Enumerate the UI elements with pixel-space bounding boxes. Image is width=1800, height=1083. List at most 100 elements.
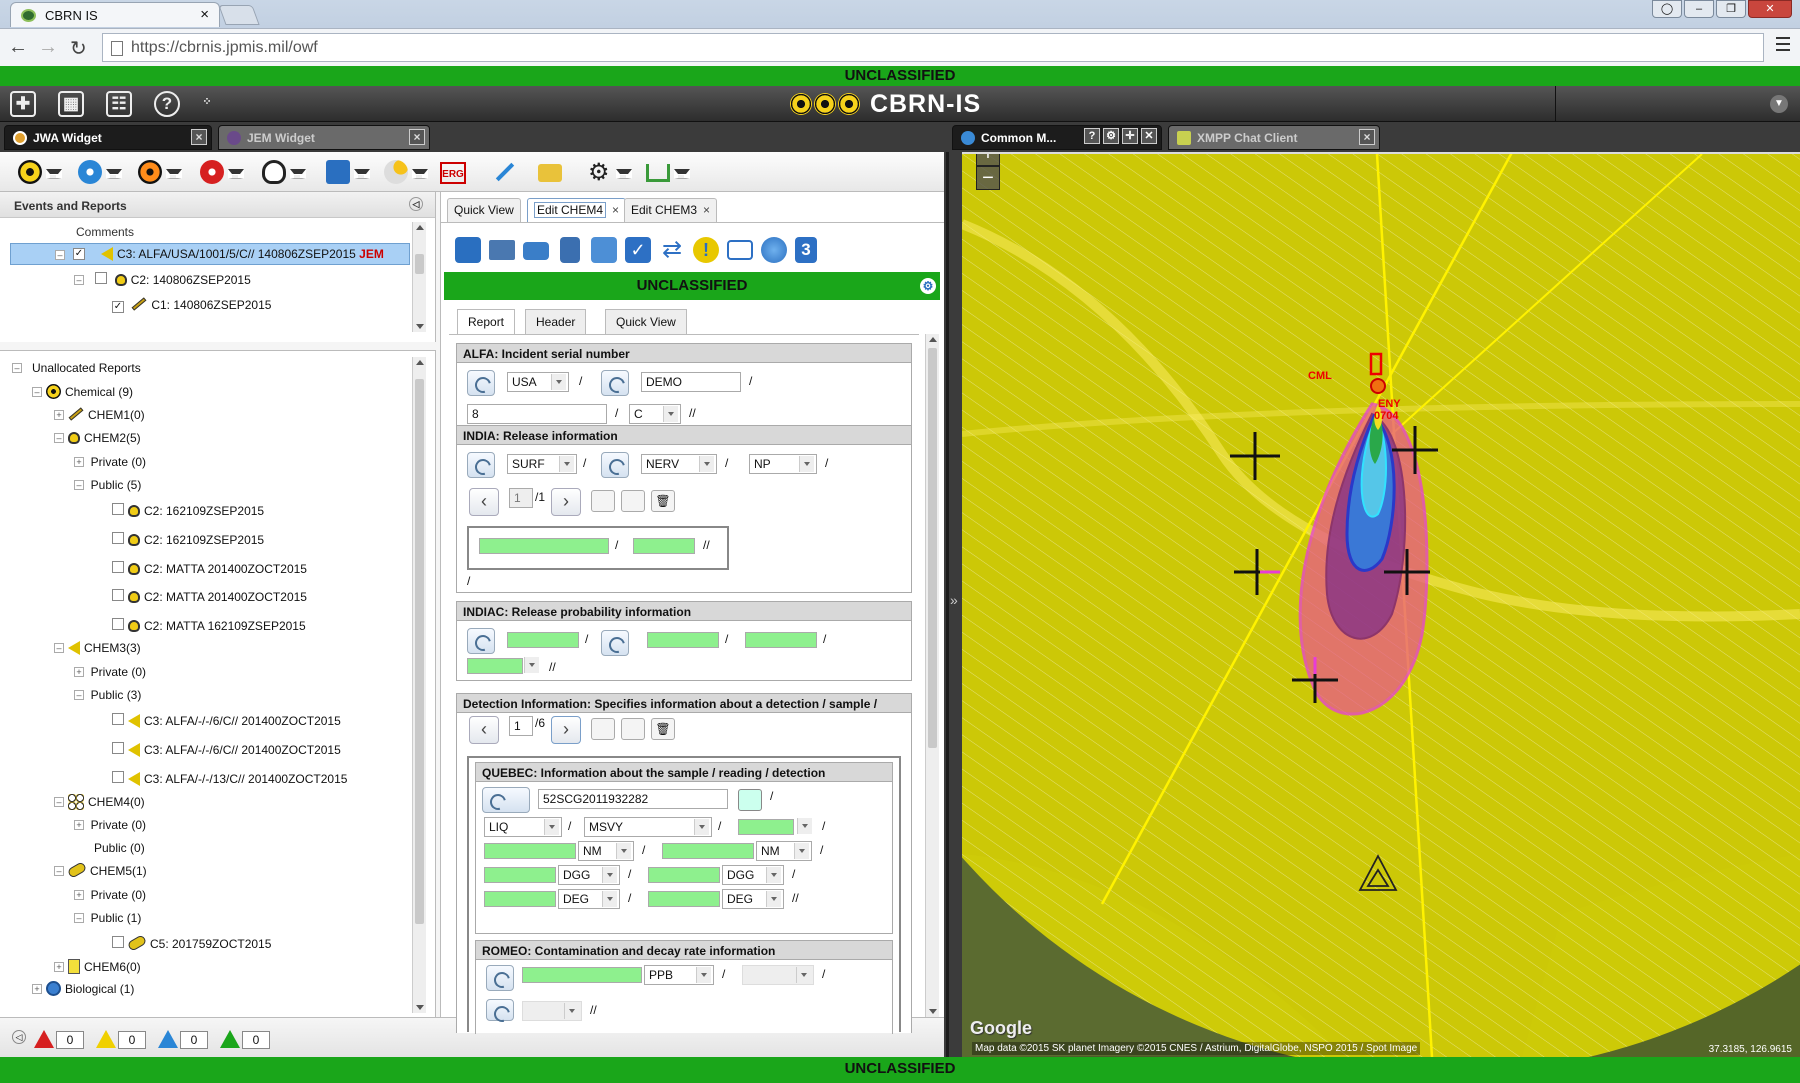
zoom-in-button[interactable]: + bbox=[976, 154, 1000, 166]
unallocated-scrollbar[interactable] bbox=[412, 357, 426, 1013]
lookup-dropdown-icon[interactable] bbox=[482, 787, 530, 813]
collapse-toggle[interactable]: – bbox=[54, 643, 64, 653]
angle-field[interactable] bbox=[484, 891, 556, 907]
user-icon[interactable]: ◯ bbox=[1652, 0, 1682, 18]
tab-common-map[interactable]: Common M... ? ⚙ ✛ ✕ bbox=[952, 125, 1162, 150]
probability-field-4[interactable] bbox=[467, 658, 523, 674]
minimize-button[interactable]: – bbox=[1684, 0, 1714, 18]
tree-chem4-public[interactable]: Public (0) bbox=[94, 841, 145, 863]
nuclear-icon[interactable] bbox=[198, 160, 244, 186]
angle-unit-select[interactable]: DEG bbox=[558, 889, 620, 909]
close-icon[interactable]: × bbox=[191, 129, 207, 145]
export-icon[interactable] bbox=[591, 237, 617, 263]
tree-chem3-private[interactable]: + Private (0) bbox=[74, 665, 146, 687]
unallocated-root[interactable]: – Unallocated Reports bbox=[12, 361, 141, 383]
unit-select[interactable]: NM bbox=[578, 841, 634, 861]
collapse-toggle[interactable]: – bbox=[54, 433, 64, 443]
globe-icon[interactable] bbox=[761, 237, 787, 263]
close-icon[interactable]: × bbox=[703, 203, 710, 217]
lookup-icon[interactable] bbox=[486, 965, 514, 991]
search-globe-icon[interactable] bbox=[738, 789, 762, 811]
copy-page-icon[interactable] bbox=[621, 718, 645, 740]
item-checkbox[interactable] bbox=[112, 713, 124, 725]
page-field[interactable]: 1 bbox=[509, 716, 533, 736]
settings-icon[interactable]: ☷ bbox=[106, 91, 132, 117]
tab-jwa-widget[interactable]: JWA Widget × bbox=[4, 125, 212, 150]
forward-icon[interactable]: → bbox=[38, 36, 58, 59]
alert-icon[interactable]: ! bbox=[693, 237, 719, 263]
erg-icon[interactable]: ERG bbox=[440, 160, 468, 186]
close-icon[interactable]: ✕ bbox=[1141, 128, 1157, 144]
tab-edit-chem4[interactable]: Edit CHEM4 × bbox=[527, 198, 627, 222]
list-item[interactable]: C3: ALFA/-/-/6/C// 201400ZOCT2015 bbox=[112, 742, 341, 764]
agent-select[interactable]: NERV bbox=[641, 454, 717, 474]
subtab-report[interactable]: Report bbox=[457, 309, 516, 335]
tree-chem5-private[interactable]: + Private (0) bbox=[74, 888, 146, 910]
close-icon[interactable]: × bbox=[409, 129, 425, 145]
unit-select-2[interactable]: NM bbox=[756, 841, 812, 861]
release-type-select[interactable]: SURF bbox=[507, 454, 577, 474]
address-bar[interactable]: https://cbrnis.jpmis.mil/owf bbox=[102, 33, 1764, 62]
collapse-toggle[interactable]: – bbox=[74, 275, 84, 285]
method-select[interactable]: MSVY bbox=[584, 817, 712, 837]
tab-jem-widget[interactable]: JEM Widget × bbox=[218, 125, 430, 150]
add-widget-icon[interactable]: ✚ bbox=[10, 91, 36, 117]
event-row[interactable]: – C2: 140806ZSEP2015 bbox=[74, 272, 251, 294]
probability-field-2[interactable] bbox=[647, 632, 719, 648]
add-page-icon[interactable] bbox=[591, 718, 615, 740]
expand-toggle[interactable]: + bbox=[54, 410, 64, 420]
decay-rate-select[interactable] bbox=[522, 1001, 582, 1021]
tree-chem5[interactable]: – CHEM5(1) bbox=[54, 861, 147, 886]
item-checkbox[interactable] bbox=[112, 936, 124, 948]
biological-icon[interactable] bbox=[76, 160, 122, 186]
close-icon[interactable]: × bbox=[1359, 129, 1375, 145]
bearing-field[interactable] bbox=[484, 867, 556, 883]
org-field[interactable]: DEMO bbox=[641, 372, 741, 392]
prev-page-button[interactable]: ‹ bbox=[469, 488, 499, 516]
probability-field-3[interactable] bbox=[745, 632, 817, 648]
menu-icon[interactable] bbox=[1776, 37, 1790, 51]
collapse-toggle[interactable]: – bbox=[32, 387, 42, 397]
dashboard-icon[interactable]: ▦ bbox=[58, 91, 84, 117]
gear-icon[interactable]: ⚙ bbox=[1103, 128, 1119, 144]
trash-icon[interactable]: 🗑 bbox=[651, 718, 675, 740]
item-checkbox[interactable] bbox=[112, 618, 124, 630]
page-field[interactable]: 1 bbox=[509, 488, 533, 508]
lookup-icon[interactable] bbox=[467, 370, 495, 396]
validate-icon[interactable]: ✓ bbox=[625, 237, 651, 263]
serial-field[interactable]: 8 bbox=[467, 404, 607, 424]
gear-icon[interactable]: ⚙ bbox=[586, 159, 632, 186]
event-checkbox[interactable]: ✓ bbox=[112, 301, 124, 313]
item-checkbox[interactable] bbox=[112, 742, 124, 754]
list-item[interactable]: C2: 162109ZSEP2015 bbox=[112, 532, 264, 554]
subtab-quick-view[interactable]: Quick View bbox=[605, 309, 687, 335]
event-row[interactable]: ✓ C1: 140806ZSEP2015 bbox=[112, 297, 271, 320]
form-scrollbar[interactable] bbox=[925, 334, 939, 1017]
contamination-field[interactable] bbox=[522, 967, 642, 983]
tab-xmpp-chat[interactable]: XMPP Chat Client × bbox=[1168, 125, 1380, 150]
collapse-toggle[interactable]: – bbox=[55, 250, 65, 260]
close-tab-icon[interactable]: × bbox=[200, 6, 209, 23]
network-icon[interactable] bbox=[644, 160, 690, 186]
collapse-icon[interactable]: ◁ bbox=[409, 197, 423, 211]
settings-gear-icon[interactable]: ⚙ bbox=[920, 278, 936, 294]
list-item[interactable]: C5: 201759ZOCT2015 bbox=[112, 934, 271, 958]
delete-icon[interactable] bbox=[560, 237, 580, 263]
release-subfield-2[interactable] bbox=[633, 538, 695, 554]
collapse-icon[interactable]: ◁ bbox=[12, 1030, 26, 1044]
country-select[interactable]: USA bbox=[507, 372, 569, 392]
event-row-selected[interactable]: – ✓ C3: ALFA/USA/1001/5/C// 140806ZSEP20… bbox=[10, 243, 410, 265]
tree-chemical[interactable]: – Chemical (9) bbox=[32, 384, 133, 406]
next-page-button[interactable]: › bbox=[551, 488, 581, 516]
bearing-unit-select-2[interactable]: DGG bbox=[722, 865, 784, 885]
angle-field-2[interactable] bbox=[648, 891, 720, 907]
decay-select[interactable] bbox=[742, 965, 814, 985]
count-icon[interactable]: 3 bbox=[795, 237, 817, 263]
lookup-icon[interactable] bbox=[601, 452, 629, 478]
subtab-header[interactable]: Header bbox=[525, 309, 587, 335]
list-item[interactable]: C3: ALFA/-/-/13/C// 201400ZOCT2015 bbox=[112, 771, 347, 793]
expand-toggle[interactable]: + bbox=[74, 457, 84, 467]
probability-select[interactable] bbox=[521, 656, 541, 676]
chemical-icon[interactable] bbox=[16, 160, 62, 186]
quebec-select[interactable] bbox=[794, 817, 814, 837]
